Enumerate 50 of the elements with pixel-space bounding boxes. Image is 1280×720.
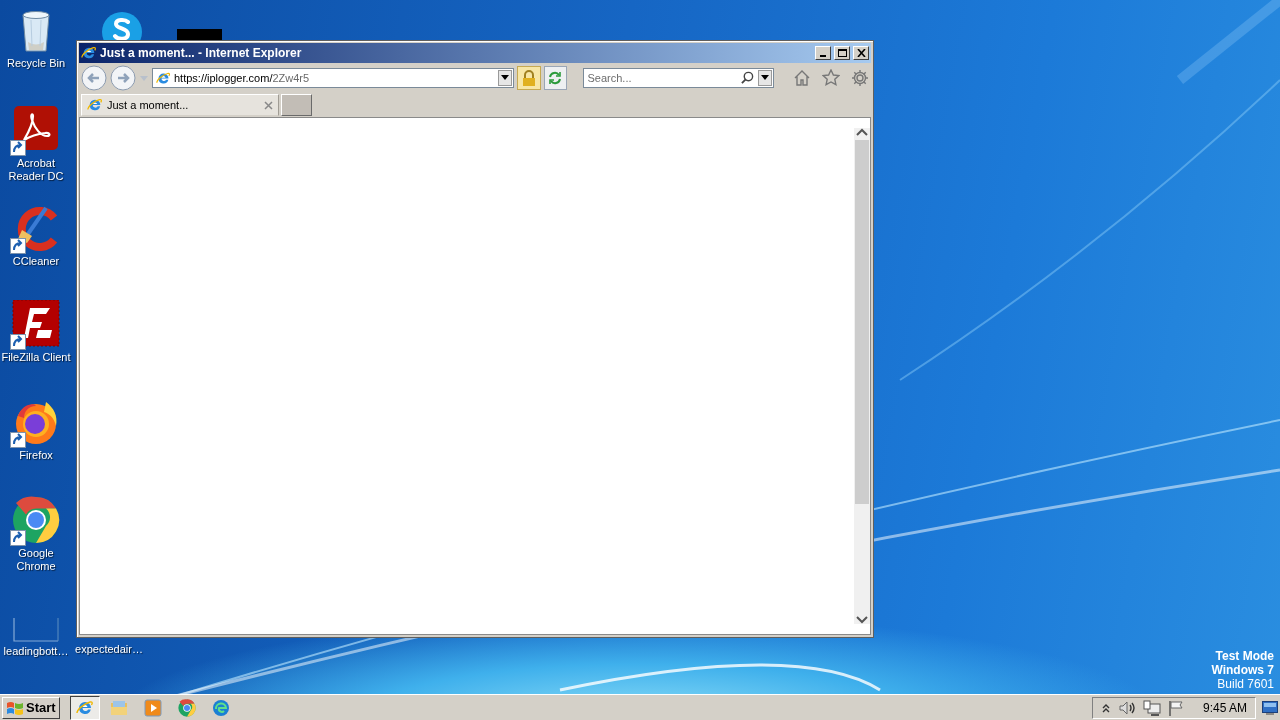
browser-icon — [81, 45, 97, 61]
network-icon[interactable] — [1142, 699, 1161, 716]
show-desktop-button[interactable] — [1262, 700, 1278, 715]
scroll-up-icon[interactable] — [856, 128, 868, 136]
icon-label[interactable]: CCleaner — [0, 255, 72, 268]
system-info-text: Build 7601 — [1217, 677, 1274, 691]
scrollbar[interactable] — [854, 128, 870, 624]
browser-icon — [156, 70, 171, 86]
browser-icon — [87, 97, 103, 113]
dropdown-button[interactable] — [498, 70, 513, 86]
icon-label[interactable]: Recycle Bin — [0, 57, 72, 70]
icon-label[interactable]: Acrobat Reader DC — [0, 157, 72, 183]
search-icon[interactable] — [740, 71, 754, 84]
flag-icon[interactable] — [1167, 699, 1184, 716]
app-icon[interactable] — [176, 29, 222, 40]
new-tab-button[interactable] — [281, 94, 312, 116]
logo-icon — [6, 699, 24, 716]
icon-label[interactable]: Firefox — [0, 449, 72, 462]
browser-tab[interactable]: Just a moment... — [81, 94, 279, 116]
system-info-text: Test Mode — [1215, 649, 1274, 663]
address-field[interactable]: https://iplogger.com/2Zw4r5 — [152, 68, 515, 88]
folder-icon — [109, 698, 128, 717]
icon-label[interactable]: leadingbott… — [0, 645, 72, 658]
refresh-icon[interactable] — [548, 71, 563, 85]
browser-icon — [211, 698, 230, 717]
browser-icon — [177, 698, 196, 717]
icon-label[interactable]: expectedair… — [73, 643, 145, 656]
media-player-icon — [143, 698, 162, 717]
icon-label[interactable]: FileZilla Client — [0, 351, 72, 364]
browser-icon[interactable] — [12, 496, 60, 544]
ftp-app-icon[interactable] — [12, 300, 60, 348]
icon-label[interactable]: Google Chrome — [0, 547, 72, 573]
search-field[interactable]: Search... — [582, 68, 774, 88]
close-tab-button[interactable] — [264, 100, 273, 110]
start-button[interactable]: Start — [2, 696, 60, 719]
scroll-down-icon[interactable] — [856, 616, 868, 624]
taskbar-button[interactable] — [69, 695, 100, 720]
caret-icon[interactable] — [760, 75, 769, 81]
settings-icon[interactable] — [851, 69, 870, 87]
speaker-icon[interactable] — [1117, 699, 1136, 716]
browser-icon — [75, 698, 94, 717]
padlock-icon[interactable] — [521, 70, 536, 86]
refresh-button[interactable] — [543, 66, 567, 90]
system-info-text: Windows 7 — [1211, 663, 1274, 677]
scrollbar-thumb[interactable] — [855, 140, 869, 504]
window-title: Just a moment... - Internet Explorer — [100, 46, 303, 60]
star-icon[interactable] — [822, 69, 841, 87]
home-icon[interactable] — [793, 69, 812, 87]
clock[interactable]: 9:45 AM — [1202, 700, 1247, 715]
caret-icon[interactable] — [501, 75, 510, 81]
